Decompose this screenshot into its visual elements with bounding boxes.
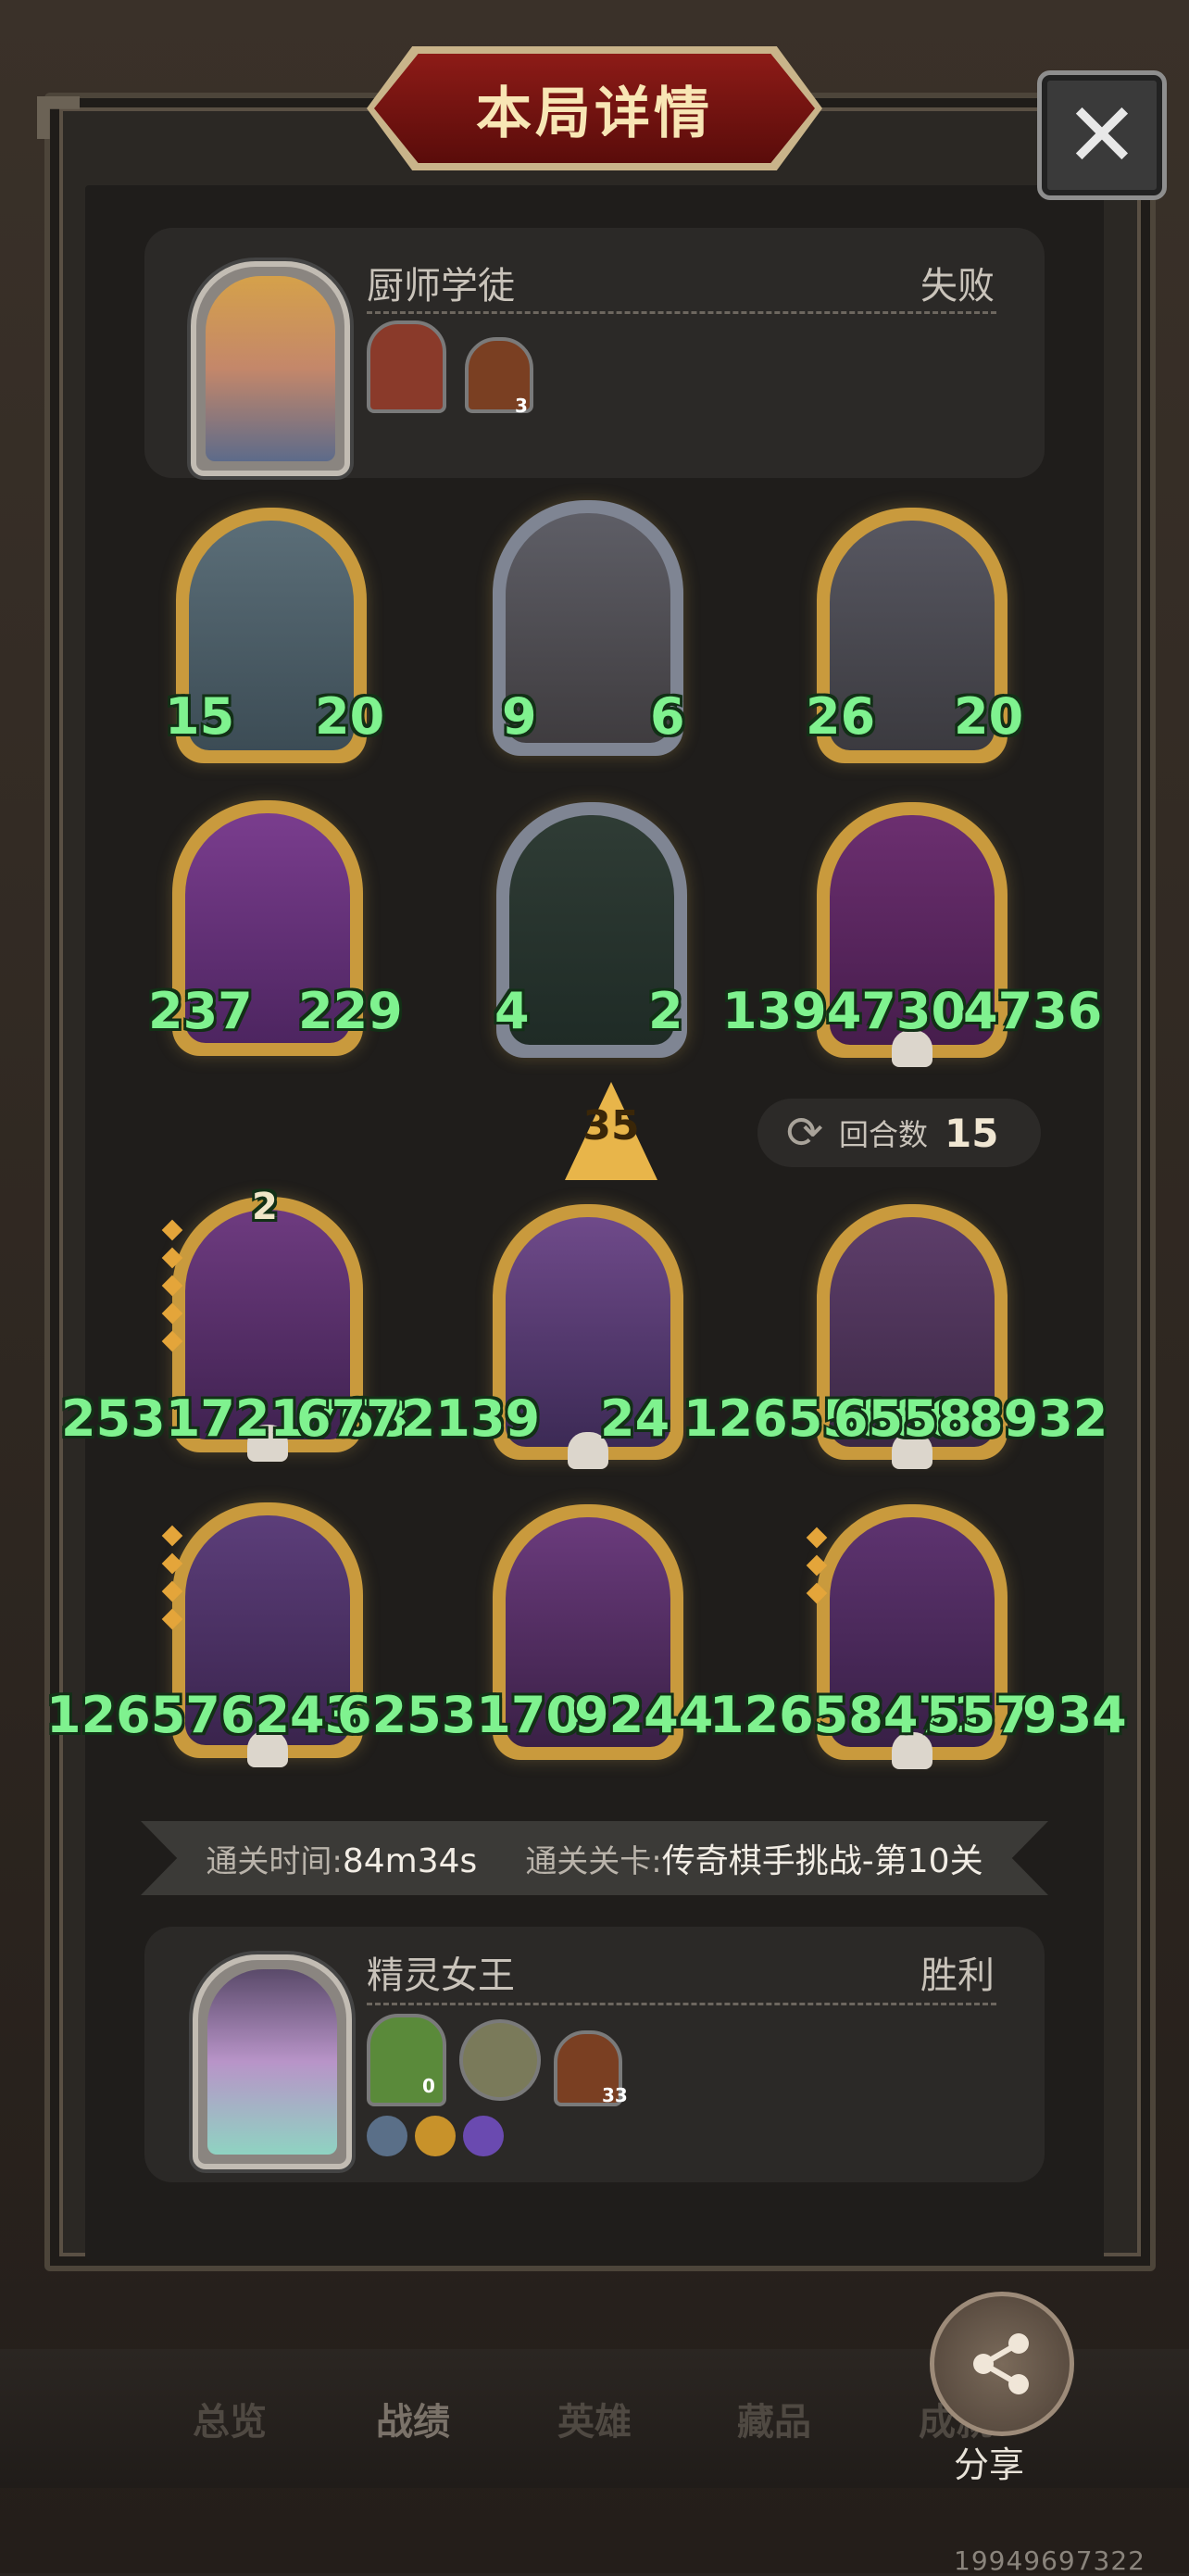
unit-health: 6	[650, 687, 685, 746]
clear-stage-label: 通关关卡:	[525, 1843, 662, 1880]
unit-health: 8932	[969, 1389, 1108, 1448]
chef-card-icon[interactable]	[367, 320, 446, 413]
unit-health: 934	[1022, 1686, 1127, 1744]
share-button[interactable]	[930, 2292, 1074, 2436]
close-icon: ✕	[1064, 83, 1140, 187]
unit-attack: 557	[926, 1686, 1031, 1744]
gold-badge-icon[interactable]	[415, 2116, 456, 2156]
unit-health: 2	[648, 982, 683, 1040]
unit-attack: 26	[806, 687, 876, 746]
share-label: 分享	[954, 2444, 1025, 2485]
opponent-name: 厨师学徒	[367, 265, 515, 308]
player-avatar[interactable]	[193, 1954, 352, 2169]
house-count: 33	[602, 2084, 628, 2106]
sword-badge-icon[interactable]	[367, 2116, 407, 2156]
page-title: 本局详情	[476, 81, 713, 146]
unit-attack: 9	[502, 687, 537, 746]
relic-count: 0	[422, 2075, 435, 2097]
tab-overview[interactable]: 总览	[193, 2392, 267, 2445]
opponent-result: 失败	[920, 265, 995, 308]
purple-badge-icon[interactable]	[463, 2116, 504, 2156]
tab-records[interactable]: 战绩	[376, 2392, 450, 2445]
unit-health: 229	[298, 982, 403, 1040]
unit-attack: 237	[148, 982, 253, 1040]
opponent-card: 厨师学徒 失败 3	[144, 228, 1045, 478]
divider	[367, 311, 996, 314]
unit-health: 4736	[963, 982, 1103, 1040]
unit-attack: 6558	[833, 1389, 973, 1448]
unit-health: 20	[315, 687, 385, 746]
clear-time-label: 通关时间:	[206, 1842, 343, 1880]
round-counter: ⟳ 回合数 15	[757, 1099, 1041, 1167]
refresh-icon: ⟳	[785, 1107, 824, 1159]
player-result: 胜利	[920, 1954, 995, 1997]
share-icon	[973, 2333, 1029, 2394]
cauldron-icon[interactable]	[459, 2019, 541, 2101]
clear-stage-value: 传奇棋手挑战-第10关	[661, 1842, 983, 1880]
clear-info-banner: 通关时间:84m34s 通关关卡:传奇棋手挑战-第10关	[141, 1821, 1048, 1895]
unit-attack: 1394730	[722, 982, 967, 1040]
unit-health: 6253170	[337, 1686, 582, 1744]
level-value: 35	[582, 1102, 640, 1150]
opponent-avatar[interactable]	[191, 261, 350, 476]
user-id: 19949697322	[954, 2545, 1145, 2576]
unit-health: 20	[954, 687, 1024, 746]
unit-health: 6772139	[296, 1389, 541, 1448]
house-count: 3	[515, 395, 528, 417]
tab-heroes[interactable]: 英雄	[557, 2392, 632, 2445]
unit-attack: 15	[165, 687, 235, 746]
round-label: 回合数	[839, 1117, 929, 1152]
unit-attack: 4	[494, 982, 530, 1040]
unit-attack: 24	[600, 1389, 670, 1448]
divider	[367, 2003, 996, 2005]
clear-time-value: 84m34s	[342, 1841, 478, 1880]
close-button[interactable]: ✕	[1037, 70, 1167, 200]
round-value: 15	[945, 1110, 999, 1156]
player-name: 精灵女王	[367, 1954, 515, 1997]
stack-count: 2	[252, 1186, 278, 1228]
tab-collection[interactable]: 藏品	[737, 2392, 811, 2445]
player-card: 精灵女王 胜利 0 33	[144, 1927, 1045, 2182]
unit-attack: 9244	[574, 1686, 714, 1744]
unit-attack: 126576243	[46, 1686, 360, 1744]
